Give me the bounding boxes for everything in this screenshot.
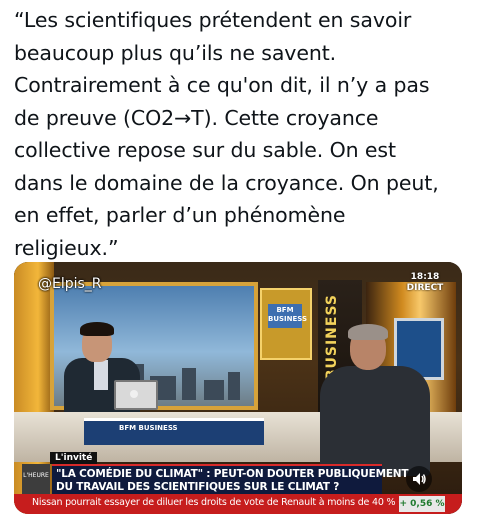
headline-line-2: DU TRAVAIL DES SCIENTIFIQUES SUR LE CLIM… [56,481,340,493]
news-ticker: Nissan pourrait essayer de diluer les dr… [14,494,462,514]
side-screen: BFM BUSINESS [260,288,312,360]
stock-quote: + 0,56 % [399,496,445,512]
tweet-line: en effet, parler d’un phénomène [14,203,346,227]
live-label: DIRECT [406,283,444,293]
tweet-line: Contrairement à ce qu'on dit, il n’y a p… [14,73,430,97]
clock-time: 18:18 [410,272,440,282]
guest-label: L'invité [50,452,98,464]
video-player[interactable]: BFM BUSINESS BFM BUSINESS BFM BUSINESS @… [14,262,462,514]
tweet-line: beaucoup plus qu’ils ne savent. [14,40,337,65]
laptop [114,380,158,410]
speaker-icon [413,473,426,485]
guest [310,322,430,476]
live-clock: 18:18 DIRECT [402,272,448,294]
desk-logo: BFM BUSINESS [119,424,178,432]
ticker-text: Nissan pourrait essayer de diluer les dr… [32,497,436,508]
tweet-text: “Les scientifiques prétendent en savoir … [14,4,472,264]
headline-line-1: "LA COMÉDIE DU CLIMAT" : PEUT-ON DOUTER … [56,468,409,480]
watermark: @Elpis_R [38,276,102,292]
screen-logo: BFM BUSINESS [268,304,307,328]
tweet-line: religieux.” [14,235,119,260]
tweet-line: “Les scientifiques prétendent en savoir [14,8,412,32]
tweet-line: collective repose sur du sable. On est [14,138,396,162]
sound-toggle-button[interactable] [406,466,432,492]
tweet-line: dans le domaine de la croyance. On peut, [14,170,439,195]
headline-banner: "LA COMÉDIE DU CLIMAT" : PEUT-ON DOUTER … [52,464,409,496]
tweet-line: de preuve (CO2→T). Cette croyance [14,105,379,130]
program-logo: L'HEURE [22,464,50,494]
